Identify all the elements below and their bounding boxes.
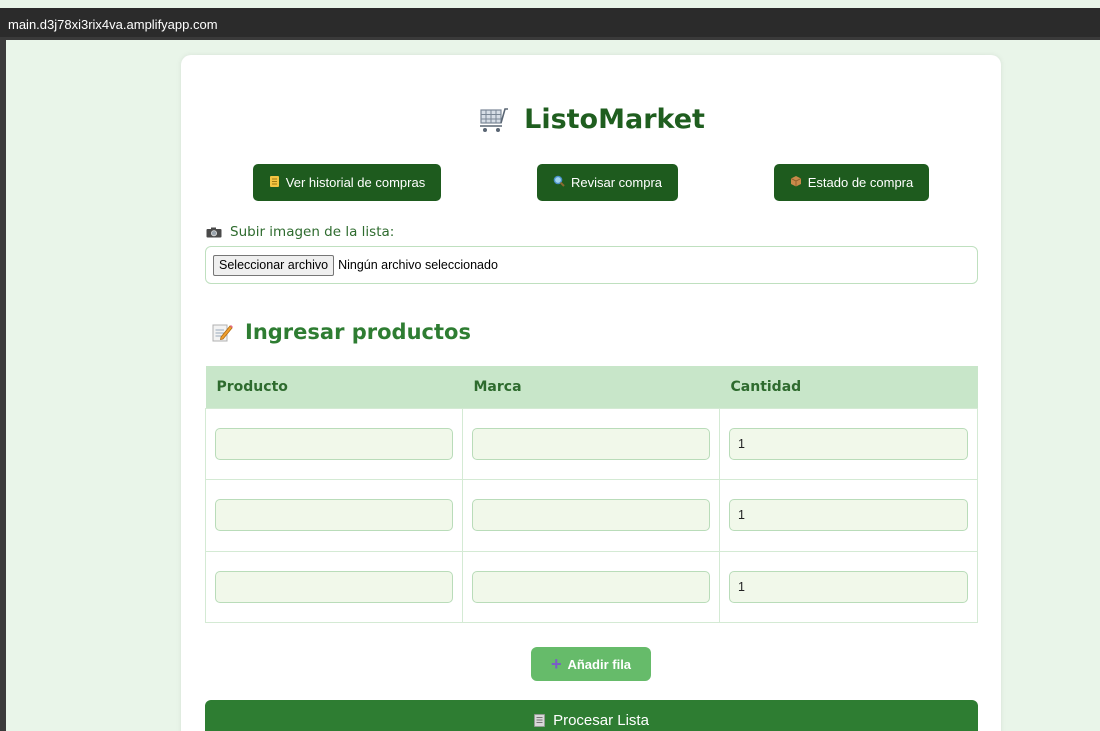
main-card: ListoMarket Ver historial de compras Rev… <box>181 55 1001 731</box>
process-list-label: Procesar Lista <box>553 712 649 729</box>
cantidad-input[interactable] <box>729 570 968 603</box>
review-purchase-label: Revisar compra <box>570 175 663 190</box>
table-row <box>205 550 978 623</box>
cell-producto <box>205 550 463 623</box>
window-edge <box>0 40 6 731</box>
scroll-icon <box>269 175 280 191</box>
cell-cantidad <box>719 407 978 480</box>
cell-marca <box>462 550 720 623</box>
marca-input[interactable] <box>472 499 710 532</box>
table-row <box>205 407 978 480</box>
table-row <box>205 479 978 552</box>
view-history-button[interactable]: Ver historial de compras <box>253 164 441 201</box>
producto-input[interactable] <box>215 570 453 603</box>
products-table: Producto Marca Cantidad <box>205 366 978 623</box>
cell-producto <box>205 407 463 480</box>
app-header: ListoMarket <box>181 104 1001 144</box>
magnifier-icon <box>553 175 565 190</box>
file-upload-field[interactable]: Seleccionar archivo Ningún archivo selec… <box>205 246 978 284</box>
cell-producto <box>205 479 463 552</box>
camera-icon <box>206 227 222 237</box>
table-header-row: Producto Marca Cantidad <box>205 366 978 408</box>
select-file-button[interactable]: Seleccionar archivo <box>213 254 335 276</box>
products-title: Ingresar productos <box>245 320 471 344</box>
cell-marca <box>462 407 720 480</box>
upload-label: Subir imagen de la lista: <box>206 224 394 240</box>
view-history-label: Ver historial de compras <box>285 175 426 190</box>
file-status-text: Ningún archivo seleccionado <box>338 258 498 272</box>
cell-cantidad <box>719 550 978 623</box>
purchase-status-button[interactable]: Estado de compra <box>774 164 929 201</box>
process-list-button[interactable]: Procesar Lista <box>205 700 978 731</box>
products-section-header: Ingresar productos <box>211 320 471 344</box>
add-row-label: Añadir fila <box>567 656 632 672</box>
receipt-icon <box>534 714 545 727</box>
browser-url-bar[interactable]: main.d3j78xi3rix4va.amplifyapp.com <box>0 8 1100 40</box>
column-header-cantidad: Cantidad <box>719 366 978 408</box>
cell-cantidad <box>719 479 978 552</box>
producto-input[interactable] <box>215 427 453 460</box>
producto-input[interactable] <box>215 499 453 532</box>
purchase-status-label: Estado de compra <box>807 175 914 190</box>
column-header-marca: Marca <box>462 366 720 408</box>
shopping-cart-icon <box>480 107 509 132</box>
marca-input[interactable] <box>472 570 710 603</box>
marca-input[interactable] <box>472 427 710 460</box>
plus-icon: + <box>550 654 562 674</box>
package-icon <box>790 175 802 190</box>
column-header-producto: Producto <box>205 366 463 408</box>
upload-label-text: Subir imagen de la lista: <box>230 224 395 240</box>
url-text: main.d3j78xi3rix4va.amplifyapp.com <box>8 17 218 32</box>
cantidad-input[interactable] <box>729 499 968 532</box>
cell-marca <box>462 479 720 552</box>
memo-icon <box>212 324 233 342</box>
app-title: ListoMarket <box>524 104 705 135</box>
cantidad-input[interactable] <box>729 427 968 460</box>
review-purchase-button[interactable]: Revisar compra <box>537 164 678 201</box>
add-row-button[interactable]: + Añadir fila <box>531 647 651 681</box>
